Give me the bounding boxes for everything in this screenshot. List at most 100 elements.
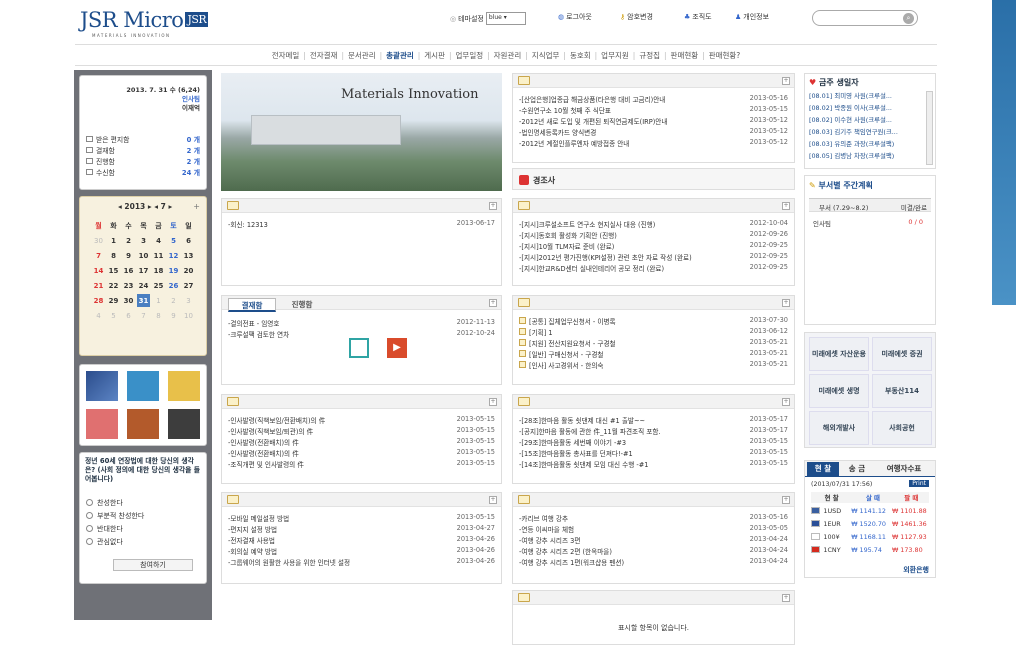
list-item[interactable]: -[28조]한마음 활동 쇳댄제 대신 #1 출발~~ 2013-05-17: [519, 415, 788, 425]
profile-link[interactable]: ♟ 개인정보: [735, 12, 769, 22]
nav-item[interactable]: 판매현황: [667, 50, 703, 61]
radio-icon[interactable]: [86, 499, 93, 506]
tab-progress[interactable]: 진행함: [278, 298, 326, 312]
calendar-day[interactable]: 17: [137, 264, 150, 277]
link-mirae-securities[interactable]: 미래에셋 증권: [872, 337, 932, 371]
more-button[interactable]: +: [782, 496, 790, 504]
list-item[interactable]: -인사발령(직책보임/전환배치)의 件 2013-05-15: [228, 415, 495, 425]
birthday-item[interactable]: [08.05] 김병남 차장(크루설팩): [809, 151, 917, 163]
more-button[interactable]: +: [782, 398, 790, 406]
calendar-day[interactable]: 30: [122, 294, 135, 307]
nav-item[interactable]: 전자메일: [268, 50, 304, 61]
calendar-day[interactable]: 1: [152, 294, 165, 307]
tab-approval[interactable]: 결재함: [228, 298, 276, 312]
radio-icon[interactable]: [86, 512, 93, 519]
nav-item[interactable]: 자원관리: [490, 50, 526, 61]
briefcase-app-icon[interactable]: [127, 409, 159, 439]
password-link[interactable]: ⚷ 암호변경: [620, 12, 653, 22]
list-item[interactable]: -그룹웨어의 원활한 사용을 위한 인터넷 설정 2013-04-26: [228, 557, 495, 567]
list-item[interactable]: -카리브 여행 강추 2013-05-16: [519, 513, 788, 523]
calendar-day[interactable]: 28: [92, 294, 105, 307]
link-overseas[interactable]: 해외개발사: [809, 411, 869, 445]
more-button[interactable]: +: [782, 202, 790, 210]
calendar-day[interactable]: 5: [167, 234, 180, 247]
calendar-day[interactable]: 8: [107, 249, 120, 262]
calendar-day[interactable]: 3: [137, 234, 150, 247]
fx-print-button[interactable]: Print: [909, 480, 929, 487]
calendar-day[interactable]: 8: [152, 309, 165, 322]
calendar-day[interactable]: 5: [107, 309, 120, 322]
list-item[interactable]: -인사발령(직책보임/퇴관)의 件 2013-05-15: [228, 426, 495, 436]
link-mirae-asset[interactable]: 미래에셋 자산운용: [809, 337, 869, 371]
ceremony-bar[interactable]: 경조사: [512, 168, 795, 190]
list-item[interactable]: -전자결재 사용법 2013-04-26: [228, 535, 495, 545]
list-item[interactable]: -2012년 새로 도입 및 개편된 퇴직연금제도(IRP)안내 2013-05-…: [519, 116, 788, 126]
list-item[interactable]: -[지시]동호회 활성화 기획안 (진행) 2012-09-26: [519, 230, 788, 240]
calendar-day[interactable]: 7: [137, 309, 150, 322]
calendar-day[interactable]: 16: [122, 264, 135, 277]
nav-item[interactable]: 동호회: [566, 50, 595, 61]
stat-row[interactable]: 결재함 2 개: [86, 145, 200, 156]
birthday-item[interactable]: [08.03] 유의준 과장(크루설팩): [809, 139, 917, 151]
calendar-add-button[interactable]: +: [193, 202, 200, 211]
birthday-item[interactable]: [08.01] 최미영 사원(크루설...: [809, 91, 917, 103]
list-item[interactable]: -[산업은행]업종급 해금상품(타은행 대비 고금리)안내 2013-05-16: [519, 94, 788, 104]
link-mirae-life[interactable]: 미래에셋 생명: [809, 374, 869, 408]
tab-remit[interactable]: 송 금: [841, 462, 873, 476]
calendar-day[interactable]: 2: [122, 234, 135, 247]
calendar-day[interactable]: 6: [122, 309, 135, 322]
list-item[interactable]: -2012년 계절인플루엔자 예방접종 안내 2013-05-12: [519, 138, 788, 148]
poll-option[interactable]: 반대한다: [86, 522, 201, 535]
nav-item[interactable]: 업무지원: [597, 50, 633, 61]
radio-icon[interactable]: [86, 525, 93, 532]
document-app-icon[interactable]: [86, 409, 118, 439]
birthday-item[interactable]: [08.03] 김기주 책임연구원(크...: [809, 127, 917, 139]
org-link[interactable]: ♣ 조직도: [684, 12, 712, 22]
calendar-day[interactable]: 4: [92, 309, 105, 322]
calendar-day[interactable]: 23: [122, 279, 135, 292]
calendar-day[interactable]: 15: [107, 264, 120, 277]
slider-prev-icon[interactable]: [349, 338, 369, 358]
list-item[interactable]: -결의전표 - 임영호 2012-11-13: [228, 318, 495, 328]
calendar-day[interactable]: 9: [122, 249, 135, 262]
list-item[interactable]: -[지시]2012년 평가진행(KPI설정) 관련 초안 자료 작성 (완료) 2…: [519, 252, 788, 262]
calendar-day[interactable]: 29: [107, 294, 120, 307]
tab-travel-check[interactable]: 여행자수표: [875, 462, 933, 476]
more-button[interactable]: +: [782, 299, 790, 307]
slider-play-icon[interactable]: ▶: [387, 338, 407, 358]
more-button[interactable]: +: [489, 496, 497, 504]
more-button[interactable]: +: [489, 299, 497, 307]
search-input[interactable]: ⌕: [812, 10, 918, 26]
calendar-day[interactable]: 6: [182, 234, 195, 247]
calendar-day[interactable]: 22: [107, 279, 120, 292]
list-item[interactable]: -편지지 설정 방법 2013-04-27: [228, 524, 495, 534]
calendar-day[interactable]: 4: [152, 234, 165, 247]
calendar-day[interactable]: 27: [182, 279, 195, 292]
logout-link[interactable]: ◍ 로그아웃: [558, 12, 592, 22]
list-item[interactable]: [공통] 집체업무신청서 - 이병록 2013-07-30: [519, 316, 788, 326]
more-button[interactable]: +: [782, 77, 790, 85]
poll-submit-button[interactable]: 참여하기: [113, 559, 193, 571]
list-item[interactable]: -조직개편 및 인사발령의 件 2013-05-15: [228, 459, 495, 469]
list-item[interactable]: -[지시]크루설소프트 연구소 현지실사 대응 (진행) 2012-10-04: [519, 219, 788, 229]
calendar-day[interactable]: 10: [182, 309, 195, 322]
list-item[interactable]: -인사발령(전환배치)의 件 2013-05-15: [228, 448, 495, 458]
calendar-day[interactable]: 10: [137, 249, 150, 262]
calendar-day[interactable]: 12: [167, 249, 180, 262]
calendar-day[interactable]: 21: [92, 279, 105, 292]
calendar-day[interactable]: 14: [92, 264, 105, 277]
calendar-title[interactable]: ◂ 2013 ▸ ◂ 7 ▸: [118, 202, 172, 211]
list-item[interactable]: [인사] 사고경위서 - 한의숙 2013-05-21: [519, 360, 788, 370]
nav-item[interactable]: 업무일정: [452, 50, 488, 61]
link-realestate[interactable]: 부동산114: [872, 374, 932, 408]
list-item[interactable]: -여행 강추 시리즈 1편(워크샵용 펜션) 2013-04-24: [519, 557, 788, 567]
list-item[interactable]: -연등 이씨마을 체험 2013-05-05: [519, 524, 788, 534]
search-icon[interactable]: ⌕: [903, 13, 914, 24]
birthday-scrollbar[interactable]: [926, 91, 933, 165]
calendar-day[interactable]: 2: [167, 294, 180, 307]
calendar-day[interactable]: 3: [182, 294, 195, 307]
poll-option[interactable]: 부분적 찬성한다: [86, 509, 201, 522]
brand-logo[interactable]: JSR Micro JSR: [80, 8, 209, 32]
list-item[interactable]: -[지시]10월 TLM자료 준비 (완료) 2012-09-25: [519, 241, 788, 251]
list-item[interactable]: -[14조]한마음활동 쇳댄제 모임 대신 수행 -#1 2013-05-15: [519, 459, 788, 469]
